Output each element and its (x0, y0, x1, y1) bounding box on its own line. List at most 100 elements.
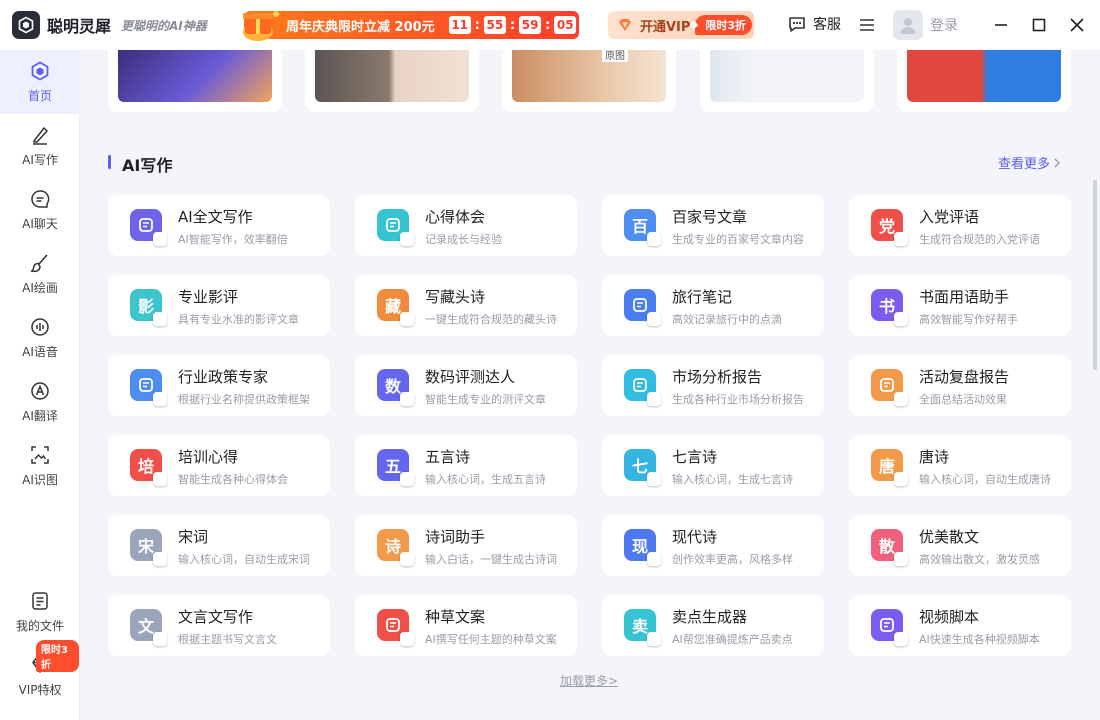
tool-card-description: 高效输出散文，激发灵感 (919, 553, 1040, 566)
sidebar: 首页 AI写作 AI聊天 AI绘画 AI语音 AI翻译 AI识图 我的文件 VI… (0, 50, 80, 720)
original-label: 原图 (602, 50, 628, 62)
tool-card[interactable]: 旅行笔记 高效记录旅行中的点滴 (602, 275, 824, 336)
voice-icon (31, 318, 49, 336)
tool-card-title: 活动复盘报告 (919, 368, 1010, 386)
tool-card-title: 宋词 (178, 528, 209, 546)
banner-image (710, 50, 864, 102)
sidebar-item-ai-voice[interactable]: AI语音 (0, 306, 80, 370)
video-script-icon (871, 609, 908, 646)
tool-card[interactable]: 心得体会 记录成长与经验 (355, 195, 577, 256)
baijiahao-icon: 百 (624, 209, 661, 246)
tool-card-description: 生成符合规范的入党评语 (919, 233, 1040, 246)
tool-card[interactable]: 市场分析报告 生成各种行业市场分析报告 (602, 355, 824, 416)
poetry-helper-icon: 诗 (377, 529, 414, 566)
minimize-icon[interactable] (991, 15, 1011, 35)
tool-card-title: 百家号文章 (672, 208, 748, 226)
tool-card[interactable]: 宋宋词 输入核心词，自动生成宋词 (108, 515, 330, 576)
tool-card-description: 智能生成各种心得体会 (178, 473, 288, 486)
tool-card[interactable]: 数数码评测达人 智能生成专业的测评文章 (355, 355, 577, 416)
hourglass-icon (871, 369, 908, 406)
tool-card-description: 根据主题书写文言文 (178, 633, 277, 646)
tool-card[interactable]: 文文言文写作 根据主题书写文言文 (108, 595, 330, 656)
tool-card-description: 输入核心词，自动生成唐诗 (919, 473, 1051, 486)
timer-minutes: 59 (519, 16, 542, 34)
tool-card[interactable]: 现现代诗 创作效率更高，风格多样 (602, 515, 824, 576)
open-vip-button[interactable]: 开通VIP 限时3折 (608, 11, 754, 39)
image-recognition-icon (31, 446, 49, 464)
chat-icon (31, 190, 50, 208)
banner-image (907, 50, 1061, 102)
tool-card-description: 智能生成专业的测评文章 (425, 393, 546, 406)
banner-card[interactable] (305, 50, 479, 112)
avatar-icon (893, 10, 923, 40)
promo-banner[interactable]: 周年庆典限时立减 200元 11 : 55 : 59 : 05 (243, 11, 579, 41)
see-more-link[interactable]: 查看更多 (998, 153, 1064, 172)
pie-chart-icon (624, 369, 661, 406)
prose-icon: 散 (871, 529, 908, 566)
tool-card[interactable]: 书书面用语助手 高效智能写作好帮手 (849, 275, 1071, 336)
customer-service-button[interactable]: 客服 (787, 14, 841, 34)
countdown-timer: 11 : 55 : 59 : 05 (448, 16, 577, 34)
tool-card[interactable]: 藏写藏头诗 一键生成符合规范的藏头诗 (355, 275, 577, 336)
tool-card-title: 数码评测达人 (425, 368, 516, 386)
tool-card-title: 写藏头诗 (425, 288, 486, 306)
tool-card[interactable]: 诗诗词助手 输入白话，一键生成古诗词 (355, 515, 577, 576)
sidebar-item-ai-writing[interactable]: AI写作 (0, 114, 80, 178)
tool-card-title: 种草文案 (425, 608, 486, 626)
sidebar-item-label: 首页 (27, 89, 52, 103)
sprout-icon (377, 609, 414, 646)
tool-card-description: 输入核心词，生成七言诗 (672, 473, 793, 486)
sidebar-item-ai-translate[interactable]: AI翻译 (0, 370, 80, 434)
tool-card-title: 现代诗 (672, 528, 718, 546)
tool-card[interactable]: 活动复盘报告 全面总结活动效果 (849, 355, 1071, 416)
app-slogan: 更聪明的AI神器 (121, 18, 207, 33)
home-icon (31, 61, 49, 81)
tool-card[interactable]: 唐唐诗 输入核心词，自动生成唐诗 (849, 435, 1071, 496)
song-ci-icon: 宋 (130, 529, 167, 566)
sidebar-item-home[interactable]: 首页 (0, 50, 80, 114)
tool-card[interactable]: 卖卖点生成器 AI帮您准确提炼产品卖点 (602, 595, 824, 656)
tool-card[interactable]: 散优美散文 高效输出散文，激发灵感 (849, 515, 1071, 576)
sidebar-item-label: AI绘画 (22, 281, 58, 295)
tool-card-description: 生成各种行业市场分析报告 (672, 393, 804, 406)
close-icon[interactable] (1067, 15, 1087, 35)
banner-card[interactable] (700, 50, 874, 112)
tool-card[interactable]: 党入党评语 生成符合规范的入党评语 (849, 195, 1071, 256)
vip-discount-badge: 限时3折 (36, 640, 79, 672)
login-label: 登录 (930, 18, 958, 34)
tool-card-title: 七言诗 (672, 448, 718, 466)
menu-icon[interactable] (858, 16, 876, 34)
sidebar-item-label: AI识图 (22, 473, 58, 487)
tool-card[interactable]: 五五言诗 输入核心词，生成五言诗 (355, 435, 577, 496)
customer-service-label: 客服 (813, 17, 841, 33)
banner-card[interactable] (897, 50, 1071, 112)
tool-card[interactable]: 种草文案 AI撰写任何主题的种草文案 (355, 595, 577, 656)
load-more-link[interactable]: 加载更多> (560, 672, 618, 689)
banner-card[interactable]: 原图 (502, 50, 676, 112)
tool-card-title: 书面用语助手 (919, 288, 1010, 306)
tool-card[interactable]: 百百家号文章 生成专业的百家号文章内容 (602, 195, 824, 256)
maximize-icon[interactable] (1029, 15, 1049, 35)
sidebar-item-ai-recognition[interactable]: AI识图 (0, 434, 80, 498)
tool-card[interactable]: 视频脚本 AI快速生成各种视频脚本 (849, 595, 1071, 656)
gift-icon (243, 11, 279, 41)
tool-card-description: AI撰写任何主题的种草文案 (425, 633, 557, 646)
see-more-label: 查看更多 (998, 157, 1051, 172)
section-accent-bar (108, 155, 111, 169)
scrollbar-thumb[interactable] (1093, 180, 1097, 370)
sidebar-item-ai-chat[interactable]: AI聊天 (0, 178, 80, 242)
banner-card[interactable] (108, 50, 282, 112)
sidebar-item-ai-painting[interactable]: AI绘画 (0, 242, 80, 306)
section-title: AI写作 (122, 156, 173, 175)
tool-card[interactable]: 行业政策专家 根据行业名称提供政策框架 (108, 355, 330, 416)
tool-card[interactable]: 七七言诗 输入核心词，生成七言诗 (602, 435, 824, 496)
tool-card[interactable]: AI全文写作 AI智能写作，效率翻倍 (108, 195, 330, 256)
training-icon: 培 (130, 449, 167, 486)
tool-card[interactable]: 培培训心得 智能生成各种心得体会 (108, 435, 330, 496)
tool-card[interactable]: 影专业影评 具有专业水准的影评文章 (108, 275, 330, 336)
sidebar-item-my-files[interactable]: 我的文件 (0, 580, 80, 644)
translate-icon (31, 382, 49, 400)
tool-card-title: 五言诗 (425, 448, 471, 466)
tool-card-title: AI全文写作 (178, 208, 253, 226)
login-button[interactable]: 登录 (893, 10, 958, 40)
